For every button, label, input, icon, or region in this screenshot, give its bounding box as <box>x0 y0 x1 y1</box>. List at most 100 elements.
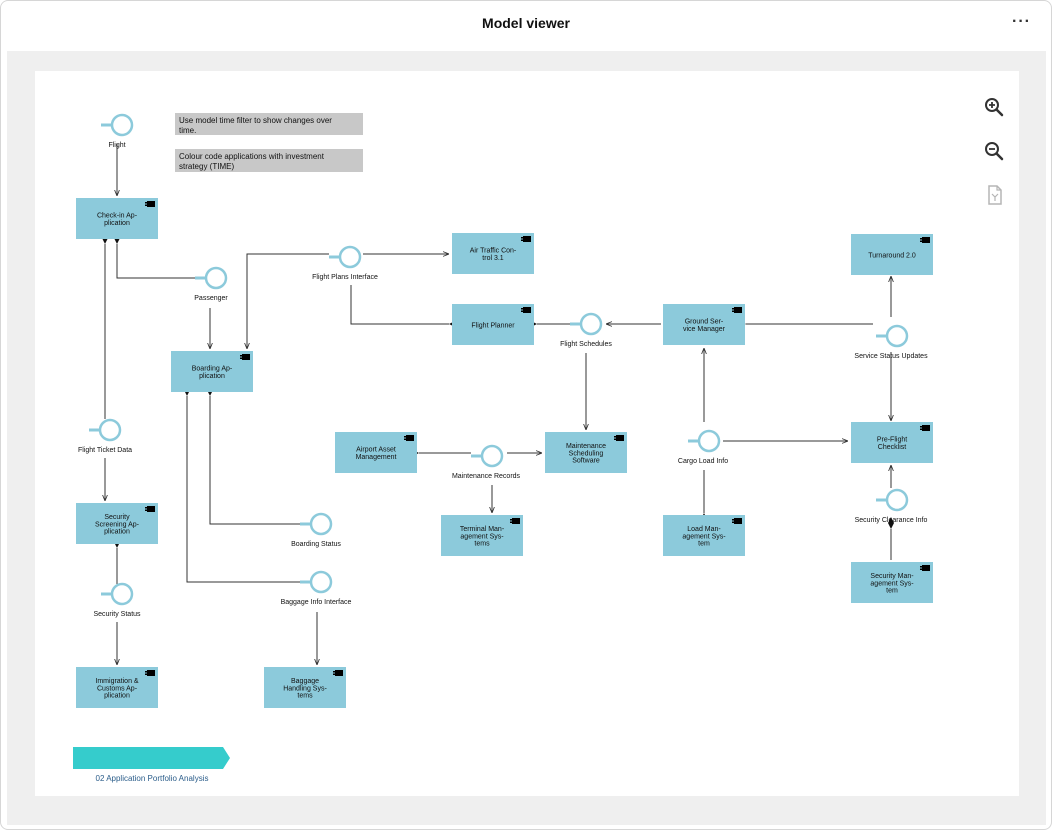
application-label: plication <box>104 529 130 536</box>
interface-label: Flight <box>108 142 125 149</box>
interface-records[interactable]: Maintenance Records <box>452 444 521 480</box>
application-label: Baggage <box>291 678 319 685</box>
zoom-out-icon[interactable] <box>983 140 1005 162</box>
application-label: Immigration & <box>95 678 139 685</box>
viewer-frame: Use model time filter to show changes ov… <box>7 51 1046 825</box>
application-atc[interactable]: Air Traffic Con-trol 3.1 <box>452 233 534 274</box>
fit-page-icon[interactable] <box>984 184 1006 206</box>
interface-label: Baggage Info Interface <box>281 599 352 606</box>
application-label: tems <box>297 693 313 700</box>
application-label: Security <box>104 514 130 521</box>
interface-icon <box>329 245 362 269</box>
view-tab-shape[interactable] <box>73 747 230 769</box>
interface-ticket[interactable]: Flight Ticket Data <box>78 418 132 454</box>
application-checkin[interactable]: Check-in Ap-plication <box>76 198 158 239</box>
interface-label: Security Clearance Info <box>855 517 928 524</box>
interface-label: Flight Ticket Data <box>78 447 132 454</box>
interface-icon <box>471 444 504 468</box>
interface-flight[interactable]: Flight <box>101 113 134 149</box>
application-load[interactable]: Load Man-agement Sys-tem <box>663 515 745 556</box>
application-security[interactable]: SecurityScreening Ap-plication <box>76 503 158 544</box>
application-boarding[interactable]: Boarding Ap-plication <box>171 351 253 392</box>
interface-bagif[interactable]: Baggage Info Interface <box>281 570 352 606</box>
model-viewer-window: Model viewer ··· Use model time filter t… <box>0 0 1052 830</box>
more-options-button[interactable]: ··· <box>1012 13 1031 31</box>
application-planner[interactable]: Flight Planner <box>452 304 534 345</box>
application-label: Air Traffic Con- <box>470 248 517 255</box>
interface-secstatus[interactable]: Security Status <box>93 582 141 618</box>
interface-passenger[interactable]: Passenger <box>194 266 228 302</box>
application-label: Turnaround 2.0 <box>868 252 916 259</box>
application-preflight[interactable]: Pre-FlightChecklist <box>851 422 933 463</box>
application-label: Customs Ap- <box>97 685 138 692</box>
diagram-svg: Use model time filter to show changes ov… <box>73 113 933 783</box>
interface-label: Service Status Updates <box>854 353 928 360</box>
interface-icon <box>688 429 721 453</box>
interface-schedules[interactable]: Flight Schedules <box>560 312 612 348</box>
interface-icon <box>300 570 333 594</box>
application-label: tem <box>698 541 710 548</box>
diagram-canvas[interactable]: Use model time filter to show changes ov… <box>35 71 1019 796</box>
interface-cargo[interactable]: Cargo Load Info <box>678 429 728 465</box>
application-label: Load Man- <box>687 526 721 533</box>
application-label: Ground Ser- <box>685 319 724 326</box>
view-tab[interactable]: 02 Application Portfolio Analysis <box>73 747 230 783</box>
application-label: tems <box>474 541 490 548</box>
interface-label: Passenger <box>194 295 228 302</box>
application-baggage[interactable]: BaggageHandling Sys-tems <box>264 667 346 708</box>
application-terminal[interactable]: Terminal Man-agement Sys-tems <box>441 515 523 556</box>
connector-checkin-to-passenger <box>114 232 197 279</box>
application-label: Security Man- <box>870 573 914 580</box>
application-label: Screening Ap- <box>95 521 140 528</box>
application-airport[interactable]: Airport AssetManagement <box>335 432 417 473</box>
interface-label: Flight Plans Interface <box>312 274 378 281</box>
interface-clearance[interactable]: Security Clearance Info <box>855 488 928 524</box>
interface-icon <box>570 312 603 336</box>
application-secmgmt[interactable]: Security Man-agement Sys-tem <box>851 562 933 603</box>
interface-icon <box>300 512 333 536</box>
interface-icon <box>876 324 909 348</box>
application-label: vice Manager <box>683 326 726 333</box>
application-label: Check-in Ap- <box>97 213 138 220</box>
application-label: Scheduling <box>569 450 604 457</box>
application-label: plication <box>199 373 225 380</box>
application-turnaround[interactable]: Turnaround 2.0 <box>851 234 933 275</box>
interface-icon <box>101 582 134 606</box>
interface-icon <box>195 266 228 290</box>
view-tab-label[interactable]: 02 Application Portfolio Analysis <box>96 774 209 783</box>
interface-plans[interactable]: Flight Plans Interface <box>312 245 378 281</box>
application-label: Checklist <box>878 444 906 451</box>
application-label: Handling Sys- <box>283 685 327 692</box>
interface-icon <box>101 113 134 137</box>
note-text: Use model time filter to show changes ov… <box>179 116 332 125</box>
page-title: Model viewer <box>482 15 570 31</box>
interface-label: Security Status <box>93 611 141 618</box>
note-1: Use model time filter to show changes ov… <box>175 113 363 135</box>
connector-plans-to-boarding <box>247 253 329 349</box>
interface-svcstatus[interactable]: Service Status Updates <box>854 324 928 360</box>
application-maint[interactable]: MaintenanceSchedulingSoftware <box>545 432 627 473</box>
application-label: Terminal Man- <box>460 526 505 533</box>
interface-label: Flight Schedules <box>560 341 612 348</box>
interface-label: Boarding Status <box>291 541 341 548</box>
interface-boardstatus[interactable]: Boarding Status <box>291 512 341 548</box>
note-text: strategy (TIME) <box>179 162 234 171</box>
application-label: Airport Asset <box>356 447 396 454</box>
application-label: plication <box>104 693 130 700</box>
application-label: agement Sys- <box>460 533 504 540</box>
application-label: trol 3.1 <box>482 255 504 262</box>
interface-label: Cargo Load Info <box>678 458 728 465</box>
application-label: agement Sys- <box>682 533 726 540</box>
note-text: time. <box>179 126 196 135</box>
connectors-layer <box>102 144 894 665</box>
connector-boarding-to-boardstatus <box>207 384 302 525</box>
application-label: Boarding Ap- <box>192 366 233 373</box>
note-2: Colour code applications with investment… <box>175 149 363 172</box>
application-immigration[interactable]: Immigration &Customs Ap-plication <box>76 667 158 708</box>
application-label: agement Sys- <box>870 580 914 587</box>
application-label: tem <box>886 588 898 595</box>
application-ground[interactable]: Ground Ser-vice Manager <box>663 304 745 345</box>
connector-plans-to-planner <box>350 285 461 327</box>
zoom-in-icon[interactable] <box>983 96 1005 118</box>
application-label: plication <box>104 220 130 227</box>
